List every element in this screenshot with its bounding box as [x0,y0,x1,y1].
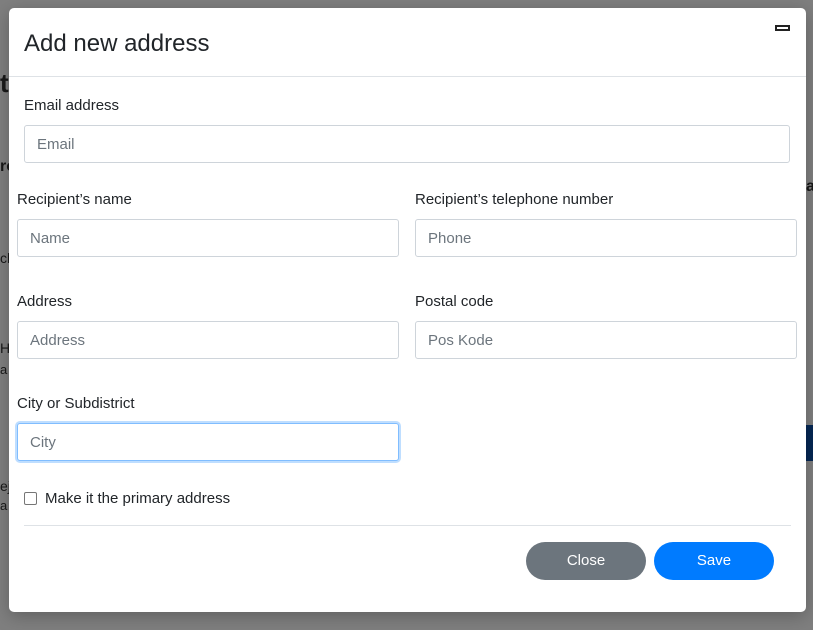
postal-code-label: Postal code [415,293,494,310]
modal-header: Add new address [9,8,806,77]
city-field[interactable] [17,423,399,461]
recipient-phone-label: Recipient’s telephone number [415,191,614,208]
recipient-name-label: Recipient’s name [17,191,132,208]
email-label: Email address [24,97,120,114]
postal-code-field[interactable] [415,321,797,359]
minimize-button[interactable] [773,20,793,36]
recipient-name-field[interactable] [17,219,399,257]
address-field[interactable] [17,321,399,359]
email-field[interactable] [24,125,790,163]
footer-divider [24,525,791,526]
close-button[interactable]: Close [526,542,646,580]
primary-address-label: Make it the primary address [45,489,231,507]
add-address-modal: Add new address Email address Recipient’… [9,8,806,612]
minimize-icon [775,25,790,31]
city-label: City or Subdistrict [17,395,135,412]
primary-address-option[interactable]: Make it the primary address [24,488,230,508]
recipient-phone-field[interactable] [415,219,797,257]
address-label: Address [17,293,73,310]
save-button[interactable]: Save [654,542,774,580]
primary-address-checkbox[interactable] [24,491,37,505]
modal-title: Add new address [24,30,210,57]
